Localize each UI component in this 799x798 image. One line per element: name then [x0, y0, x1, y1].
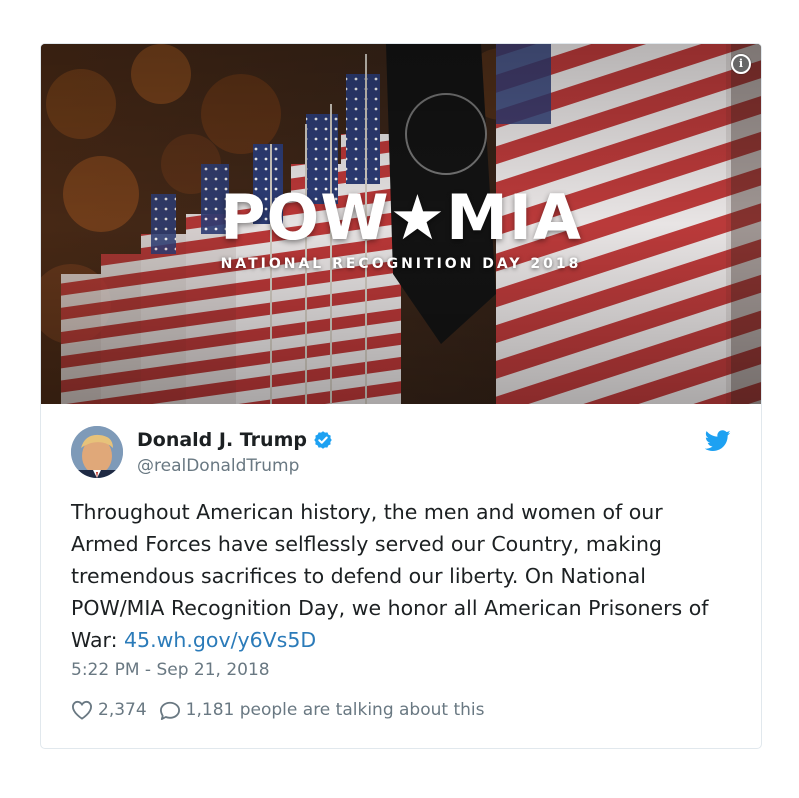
avatar[interactable] — [71, 426, 123, 478]
talking-action[interactable]: 1,181 people are talking about this — [159, 700, 485, 720]
tweet-link[interactable]: 45.wh.gov/y6Vs5D — [124, 628, 316, 652]
media-headline: POW★MIA — [220, 181, 582, 254]
like-action[interactable]: 2,374 — [71, 700, 147, 720]
comment-bubble-icon — [159, 701, 180, 720]
author-handle[interactable]: @realDonaldTrump — [137, 456, 299, 476]
tweet-actions: 2,374 1,181 people are talking about thi… — [71, 700, 484, 720]
talking-count: 1,181 people are talking about this — [185, 700, 485, 720]
heart-icon — [71, 700, 93, 720]
tweet-author-header: Donald J. Trump @realDonaldTrump — [71, 426, 731, 482]
tweet-media-image[interactable]: i POW★MIA NATIONAL RECOGNITION DAY 2018 — [41, 44, 761, 404]
tweet-body: Donald J. Trump @realDonaldTrump Through… — [41, 404, 761, 748]
info-icon[interactable]: i — [731, 54, 751, 74]
embedded-tweet-card[interactable]: i POW★MIA NATIONAL RECOGNITION DAY 2018 … — [40, 43, 762, 749]
tweet-timestamp[interactable]: 5:22 PM - Sep 21, 2018 — [71, 660, 270, 680]
verified-badge-icon — [314, 431, 332, 449]
like-count: 2,374 — [98, 700, 147, 720]
author-name[interactable]: Donald J. Trump — [137, 429, 307, 451]
twitter-bird-icon[interactable] — [705, 430, 731, 452]
media-subheadline: NATIONAL RECOGNITION DAY 2018 — [220, 256, 582, 272]
author-name-row[interactable]: Donald J. Trump — [137, 429, 333, 451]
tweet-text: Throughout American history, the men and… — [71, 496, 731, 656]
